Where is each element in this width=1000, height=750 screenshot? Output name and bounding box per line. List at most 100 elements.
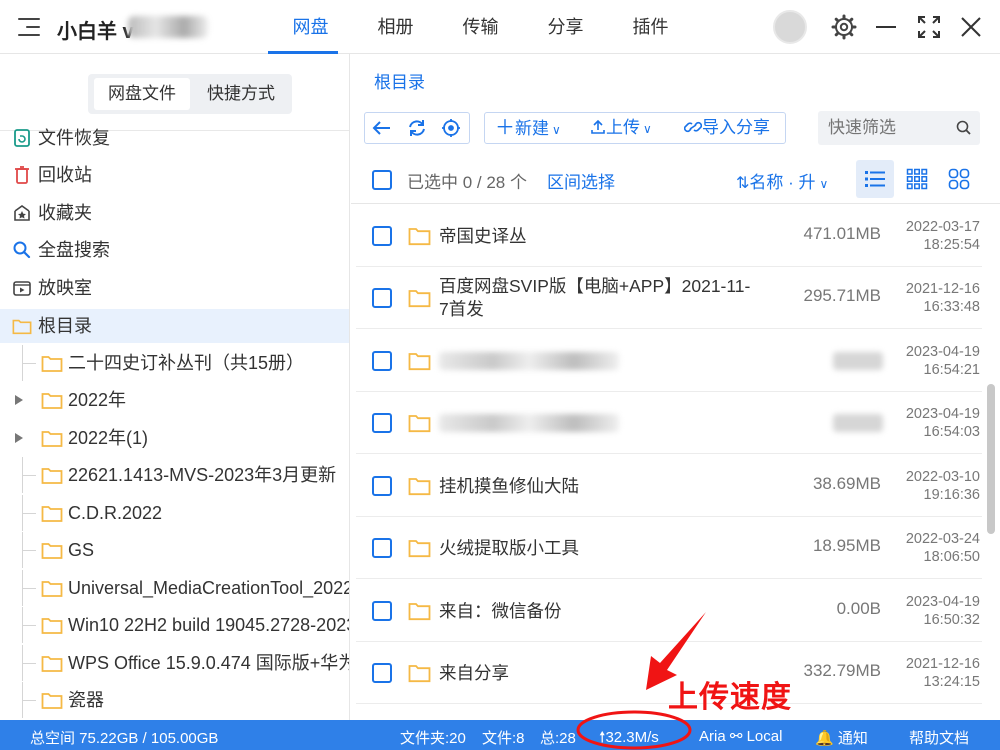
tree-item[interactable]: 瓷器 bbox=[0, 682, 349, 718]
sidebar-item-search[interactable]: 全盘搜索 bbox=[0, 233, 349, 267]
tree-item[interactable]: Win10 22H2 build 19045.2728-2023 bbox=[0, 607, 349, 643]
tree-line bbox=[22, 475, 36, 476]
breadcrumb[interactable]: 根目录 bbox=[374, 68, 425, 93]
file-name[interactable]: 百度网盘SVIP版【电脑+APP】2021-11-7首发 bbox=[439, 267, 759, 329]
file-name[interactable]: 来自：微信备份 bbox=[439, 580, 759, 642]
file-size: 0.00B bbox=[836, 599, 881, 618]
bell-icon: 🔔 bbox=[815, 730, 834, 747]
tab-netdisk[interactable]: 网盘 bbox=[268, 0, 353, 54]
tree-item[interactable]: Universal_MediaCreationTool_2022 bbox=[0, 570, 350, 606]
row-checkbox[interactable] bbox=[372, 413, 392, 433]
expand-arrow-icon[interactable] bbox=[15, 395, 23, 405]
file-count: 文件:8 bbox=[482, 730, 525, 747]
file-date: 2022-03-10 19:16:36 bbox=[892, 468, 980, 504]
settings-icon[interactable] bbox=[829, 12, 859, 42]
tree-item[interactable]: WPS Office 15.9.0.474 国际版+华为 bbox=[0, 645, 349, 681]
tree-item-label: 2022年(1) bbox=[68, 428, 149, 448]
folder-icon bbox=[408, 353, 431, 371]
upload-speed[interactable]: 🠕32.3M/s bbox=[599, 727, 659, 750]
search-icon bbox=[13, 241, 31, 259]
redacted-version bbox=[128, 16, 208, 38]
scrollbar[interactable] bbox=[987, 384, 995, 534]
sort-button[interactable]: ⇅名称 · 升 ∨ bbox=[736, 168, 828, 193]
sidebar-item-favorites[interactable]: 收藏夹 bbox=[0, 196, 349, 230]
close-icon[interactable] bbox=[956, 12, 986, 42]
file-row[interactable]: 挂机摸鱼修仙大陆 38.69MB 2022-03-10 19:16:36 bbox=[356, 455, 982, 517]
tree-item[interactable]: 2022年(1) bbox=[0, 420, 349, 456]
file-row[interactable]: 火绒提取版小工具 18.95MB 2022-03-24 18:06:50 bbox=[356, 517, 982, 579]
tab-netdisk-files[interactable]: 网盘文件 bbox=[94, 78, 190, 110]
folder-icon bbox=[41, 581, 63, 597]
tab-album[interactable]: 相册 bbox=[353, 0, 438, 54]
tree-item[interactable]: GS bbox=[0, 532, 349, 568]
list-view-button[interactable] bbox=[856, 160, 894, 198]
upload-button[interactable]: 上传 ∨ bbox=[590, 113, 652, 143]
expand-arrow-icon[interactable] bbox=[15, 433, 23, 443]
file-date: 2022-03-24 18:06:50 bbox=[892, 530, 980, 566]
sidebar-item-root[interactable]: 根目录 bbox=[0, 309, 349, 343]
tab-share[interactable]: 分享 bbox=[523, 0, 608, 54]
file-row[interactable]: 帝国史译丛 471.01MB 2022-03-17 18:25:54 bbox=[356, 205, 982, 267]
tree-item[interactable]: 22621.1413-MVS-2023年3月更新 bbox=[0, 457, 349, 493]
tree-item-label: Universal_MediaCreationTool_2022 bbox=[68, 578, 350, 598]
select-all-checkbox[interactable] bbox=[372, 170, 392, 190]
notifications[interactable]: 🔔 通知 bbox=[815, 727, 868, 748]
row-checkbox[interactable] bbox=[372, 288, 392, 308]
tab-plugins[interactable]: 插件 bbox=[608, 0, 693, 54]
tree-item[interactable]: 二十四史订补丛刊（共15册） bbox=[0, 345, 349, 381]
back-icon[interactable] bbox=[371, 118, 393, 138]
tree-item-label: 22621.1413-MVS-2023年3月更新 bbox=[68, 465, 337, 485]
row-checkbox[interactable] bbox=[372, 476, 392, 496]
large-icon-view-button[interactable] bbox=[940, 160, 978, 198]
storage-space: 总空间 75.22GB / 105.00GB bbox=[30, 730, 219, 747]
status-bar: 总空间 75.22GB / 105.00GB 文件夹:20 文件:8 总:28 … bbox=[0, 720, 1000, 750]
title-bar: 小白羊 v 网盘 相册 传输 分享 插件 bbox=[0, 0, 1000, 54]
row-checkbox[interactable] bbox=[372, 351, 392, 371]
file-row[interactable]: 来自：微信备份 0.00B 2023-04-19 16:50:32 bbox=[356, 580, 982, 642]
restore-icon bbox=[14, 129, 30, 147]
row-checkbox[interactable] bbox=[372, 226, 392, 246]
sidebar-item-label: 回收站 bbox=[38, 165, 92, 185]
file-row[interactable]: 2023-04-19 16:54:21 bbox=[356, 330, 982, 392]
sidebar-item-file-restore[interactable]: 文件恢复 bbox=[0, 121, 349, 155]
maximize-icon[interactable] bbox=[914, 12, 944, 42]
minimize-icon[interactable] bbox=[871, 12, 901, 42]
avatar[interactable] bbox=[773, 10, 807, 44]
file-name[interactable]: 帝国史译丛 bbox=[439, 205, 759, 267]
tree-line bbox=[22, 700, 36, 701]
row-checkbox[interactable] bbox=[372, 538, 392, 558]
tab-shortcuts[interactable]: 快捷方式 bbox=[194, 78, 288, 110]
row-checkbox[interactable] bbox=[372, 663, 392, 683]
sidebar: 网盘文件 快捷方式 文件恢复 回收站 收藏夹 全盘搜索 放映室 根目录 二十四史… bbox=[0, 54, 350, 720]
locate-icon[interactable] bbox=[440, 118, 462, 138]
import-share-button[interactable]: 导入分享 bbox=[683, 113, 770, 143]
search-icon[interactable] bbox=[955, 119, 973, 137]
file-date: 2022-03-17 18:25:54 bbox=[892, 218, 980, 254]
tree-item[interactable]: 2022年 bbox=[0, 382, 349, 418]
sidebar-item-screening-room[interactable]: 放映室 bbox=[0, 271, 349, 305]
help-docs-link[interactable]: 帮助文档 bbox=[909, 727, 969, 748]
sidebar-item-trash[interactable]: 回收站 bbox=[0, 158, 349, 192]
new-button[interactable]: ＋新建 ∨ bbox=[495, 113, 561, 143]
row-checkbox[interactable] bbox=[372, 601, 392, 621]
sidebar-tabs: 网盘文件 快捷方式 bbox=[88, 74, 292, 114]
redacted-name bbox=[439, 352, 619, 370]
annotation-label: 上传速度 bbox=[668, 681, 792, 714]
aria-status[interactable]: Aria ⚯ Local bbox=[699, 727, 782, 745]
file-date-day: 2021-12-16 bbox=[905, 656, 980, 672]
range-select-button[interactable]: 区间选择 bbox=[547, 168, 615, 193]
refresh-icon[interactable] bbox=[406, 118, 428, 138]
grid-view-button[interactable] bbox=[898, 160, 936, 198]
tab-transfer[interactable]: 传输 bbox=[438, 0, 523, 54]
file-row[interactable]: 2023-04-19 16:54:03 bbox=[356, 392, 982, 454]
file-name[interactable] bbox=[439, 392, 759, 454]
file-name[interactable]: 火绒提取版小工具 bbox=[439, 517, 759, 579]
tree-line bbox=[22, 550, 36, 551]
tree-item[interactable]: C.D.R.2022 bbox=[0, 495, 349, 531]
scrollbar[interactable] bbox=[349, 394, 350, 466]
file-row[interactable]: 百度网盘SVIP版【电脑+APP】2021-11-7首发 295.71MB 2021… bbox=[356, 267, 982, 329]
file-name[interactable] bbox=[439, 330, 759, 392]
grid-view-icon bbox=[906, 168, 928, 190]
file-name[interactable]: 挂机摸鱼修仙大陆 bbox=[439, 455, 759, 517]
menu-icon[interactable] bbox=[18, 14, 44, 40]
